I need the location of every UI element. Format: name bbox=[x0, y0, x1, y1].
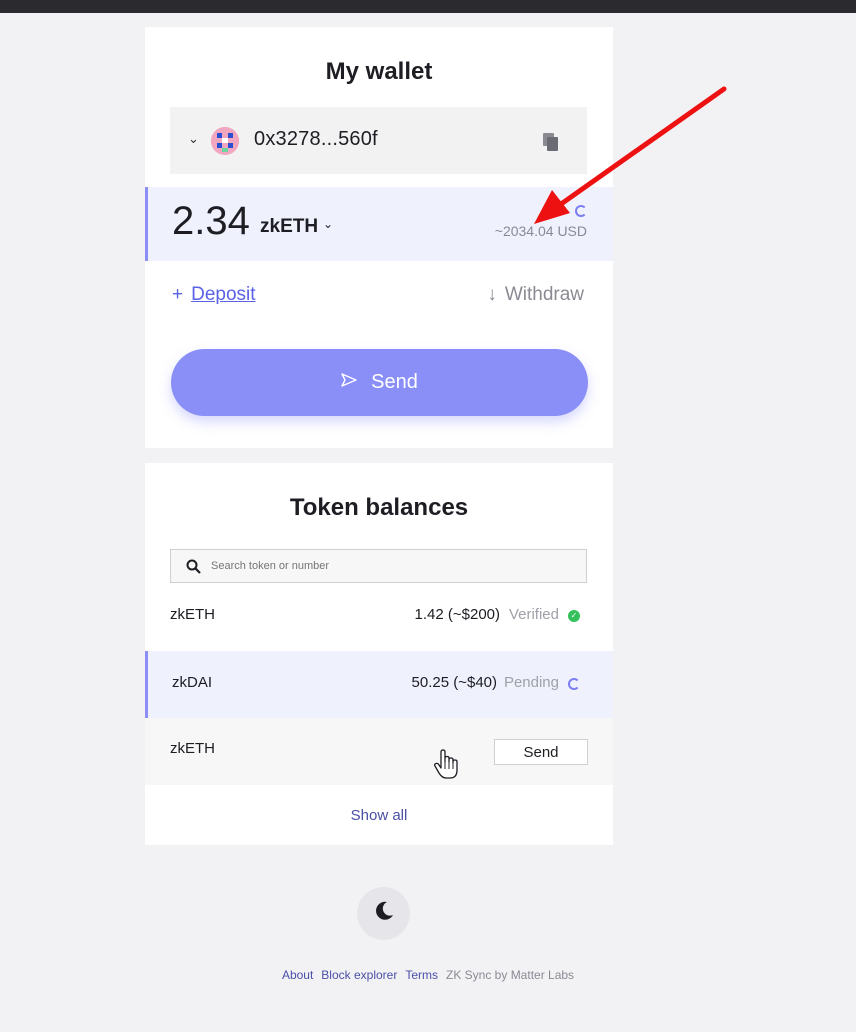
token-row[interactable]: zkETH Send bbox=[145, 718, 613, 785]
footer-link-block-explorer[interactable]: Block explorer bbox=[321, 968, 397, 982]
footer-credit: ZK Sync by Matter Labs bbox=[446, 968, 575, 982]
row-send-button[interactable]: Send bbox=[494, 739, 588, 765]
token-name: zkETH bbox=[170, 606, 215, 623]
footer-link-about[interactable]: About bbox=[282, 968, 313, 982]
token-name: zkDAI bbox=[172, 674, 213, 691]
search-icon bbox=[186, 559, 201, 574]
token-value: 50.25 (~$40) bbox=[411, 674, 497, 691]
footer: About Block explorer Terms ZK Sync by Matte… bbox=[0, 968, 856, 982]
footer-link-terms[interactable]: Terms bbox=[405, 968, 438, 982]
token-status: Verified bbox=[508, 606, 559, 623]
search-input[interactable] bbox=[211, 550, 581, 582]
moon-icon bbox=[373, 900, 395, 927]
token-name: zkETH bbox=[170, 740, 215, 757]
loading-spinner-icon bbox=[568, 678, 580, 690]
plus-icon: + bbox=[172, 284, 184, 305]
token-search[interactable] bbox=[170, 549, 587, 583]
send-label: Send bbox=[371, 371, 418, 393]
token-balances-card: Token balances zkETH 1.42 (~$200) Verifi… bbox=[145, 463, 613, 845]
wallet-address: 0x3278...560f bbox=[254, 128, 378, 150]
check-icon: ✓ bbox=[568, 610, 580, 622]
hand-cursor-icon bbox=[433, 749, 459, 781]
top-bar bbox=[0, 0, 856, 13]
deposit-label: Deposit bbox=[191, 284, 256, 305]
token-row[interactable]: zkDAI 50.25 (~$40) Pending bbox=[145, 651, 613, 718]
withdraw-button[interactable]: ↓ Withdraw bbox=[487, 284, 584, 306]
send-button[interactable]: Send bbox=[171, 349, 588, 416]
balance-token[interactable]: zkETH bbox=[260, 216, 318, 238]
send-icon bbox=[341, 373, 357, 392]
annotation-arrow-icon bbox=[534, 86, 727, 224]
avatar bbox=[211, 127, 239, 155]
theme-toggle-button[interactable] bbox=[357, 887, 410, 940]
wallet-actions: + Deposit ↓ Withdraw bbox=[145, 280, 613, 310]
withdraw-label: Withdraw bbox=[504, 284, 584, 305]
chevron-down-icon[interactable]: ⌄ bbox=[188, 131, 199, 147]
deposit-link[interactable]: + Deposit bbox=[172, 284, 256, 306]
show-all-link[interactable]: Show all bbox=[145, 807, 613, 824]
balance-amount: 2.34 bbox=[172, 199, 250, 243]
token-row[interactable]: zkETH 1.42 (~$200) Verified ✓ bbox=[145, 583, 613, 650]
wallet-title: My wallet bbox=[325, 58, 433, 85]
token-status: Pending bbox=[503, 674, 559, 691]
token-chevron-down-icon[interactable]: ⌄ bbox=[323, 217, 333, 231]
arrow-down-icon: ↓ bbox=[487, 284, 497, 305]
token-balances-title: Token balances bbox=[289, 494, 469, 521]
token-value: 1.42 (~$200) bbox=[414, 606, 500, 623]
